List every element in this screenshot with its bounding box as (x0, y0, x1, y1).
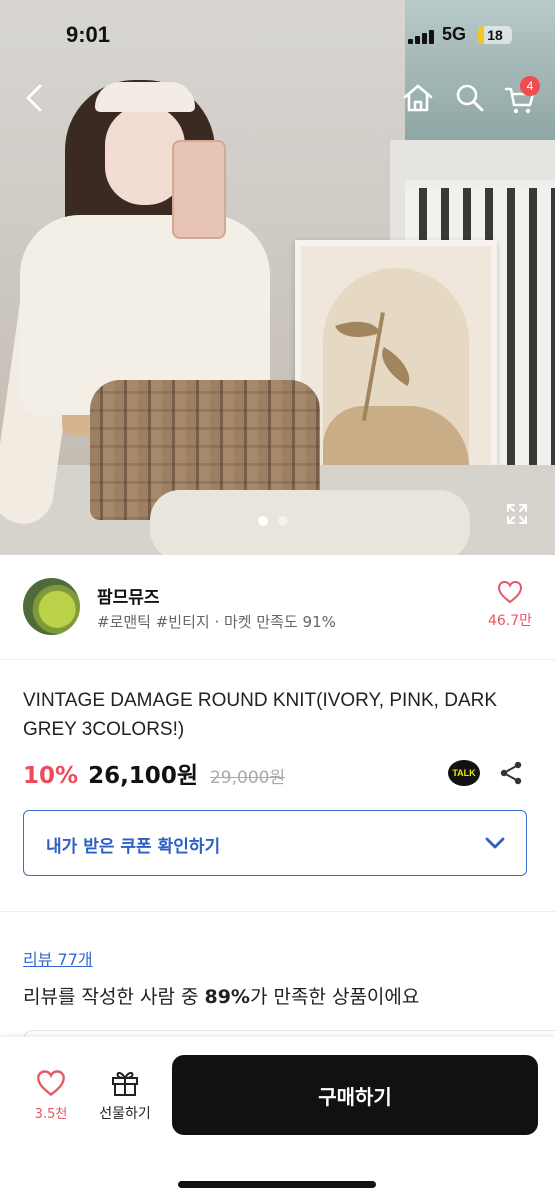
pagination-dot[interactable] (278, 516, 288, 526)
chevron-left-icon (26, 84, 42, 112)
gift-icon (112, 1071, 138, 1096)
shop-like-button[interactable]: 46.7만 (480, 580, 540, 630)
buy-button[interactable]: 구매하기 (172, 1055, 538, 1135)
search-button[interactable] (450, 78, 490, 118)
review-count-link[interactable]: 리뷰 77개 (23, 946, 93, 970)
coupon-label: 내가 받은 쿠폰 확인하기 (46, 837, 221, 857)
model-phone (172, 140, 226, 239)
coupon-check-button[interactable]: 내가 받은 쿠폰 확인하기 (23, 810, 527, 876)
chevron-down-icon (485, 837, 505, 849)
model-legs (150, 490, 470, 555)
bottom-action-bar: 3.5천 선물하기 구매하기 (0, 1037, 555, 1200)
fullscreen-button[interactable] (497, 494, 537, 534)
gift-button[interactable]: 선물하기 (92, 1069, 158, 1123)
heart-icon (37, 1070, 65, 1096)
original-price: 29,000원 (209, 768, 286, 788)
product-like-count: 3.5천 (34, 1107, 68, 1122)
discount-rate: 10% (23, 763, 79, 789)
share-button[interactable] (498, 760, 524, 786)
network-label: 5G (442, 24, 467, 44)
talk-icon: TALK (452, 768, 476, 778)
shop-like-count: 46.7만 (487, 613, 533, 629)
sale-price: 26,100원 (88, 763, 198, 789)
signal-icon (408, 30, 434, 44)
product-title: VINTAGE DAMAGE ROUND KNIT(IVORY, PINK, D… (23, 690, 498, 740)
status-bar: 9:01 5G 18 (0, 0, 555, 70)
review-summary: 리뷰를 작성한 사람 중 89%가 만족한 상품이에요 (23, 982, 419, 1009)
product-image[interactable]: 9:01 5G 18 4 (0, 0, 555, 555)
seller-row[interactable]: 팜므뮤즈 #로맨틱 #빈티지 · 마켓 만족도 91% 46.7만 (0, 555, 555, 660)
seller-tags: #로맨틱 #빈티지 · 마켓 만족도 91% (97, 613, 336, 631)
cart-button[interactable]: 4 (500, 76, 540, 120)
home-icon (403, 84, 433, 112)
review-summary-prefix: 리뷰를 작성한 사람 중 (23, 986, 205, 1008)
product-like-button[interactable]: 3.5천 (28, 1069, 74, 1122)
section-divider (0, 911, 555, 912)
image-pagination (258, 516, 288, 526)
battery-icon: 18 (478, 26, 512, 44)
home-indicator (178, 1181, 376, 1188)
share-icon (500, 761, 522, 785)
price-row: 10% 26,100원 29,000원 (23, 756, 285, 790)
seller-name[interactable]: 팜므뮤즈 (97, 583, 160, 608)
back-button[interactable] (14, 78, 54, 118)
expand-icon (507, 504, 527, 524)
status-time: 9:01 (66, 22, 111, 47)
seller-avatar[interactable] (23, 578, 80, 635)
gift-label: 선물하기 (99, 1106, 151, 1122)
review-satisfaction-rate: 89% (204, 986, 250, 1008)
pagination-dot[interactable] (258, 516, 268, 526)
battery-level: 18 (487, 27, 503, 43)
heart-icon (497, 580, 523, 604)
cart-badge: 4 (520, 76, 540, 96)
search-icon (456, 84, 484, 112)
model-headband (95, 82, 195, 112)
kakao-talk-button[interactable]: TALK (448, 760, 480, 786)
review-summary-suffix: 가 만족한 상품이에요 (249, 986, 420, 1008)
home-button[interactable] (398, 78, 438, 118)
